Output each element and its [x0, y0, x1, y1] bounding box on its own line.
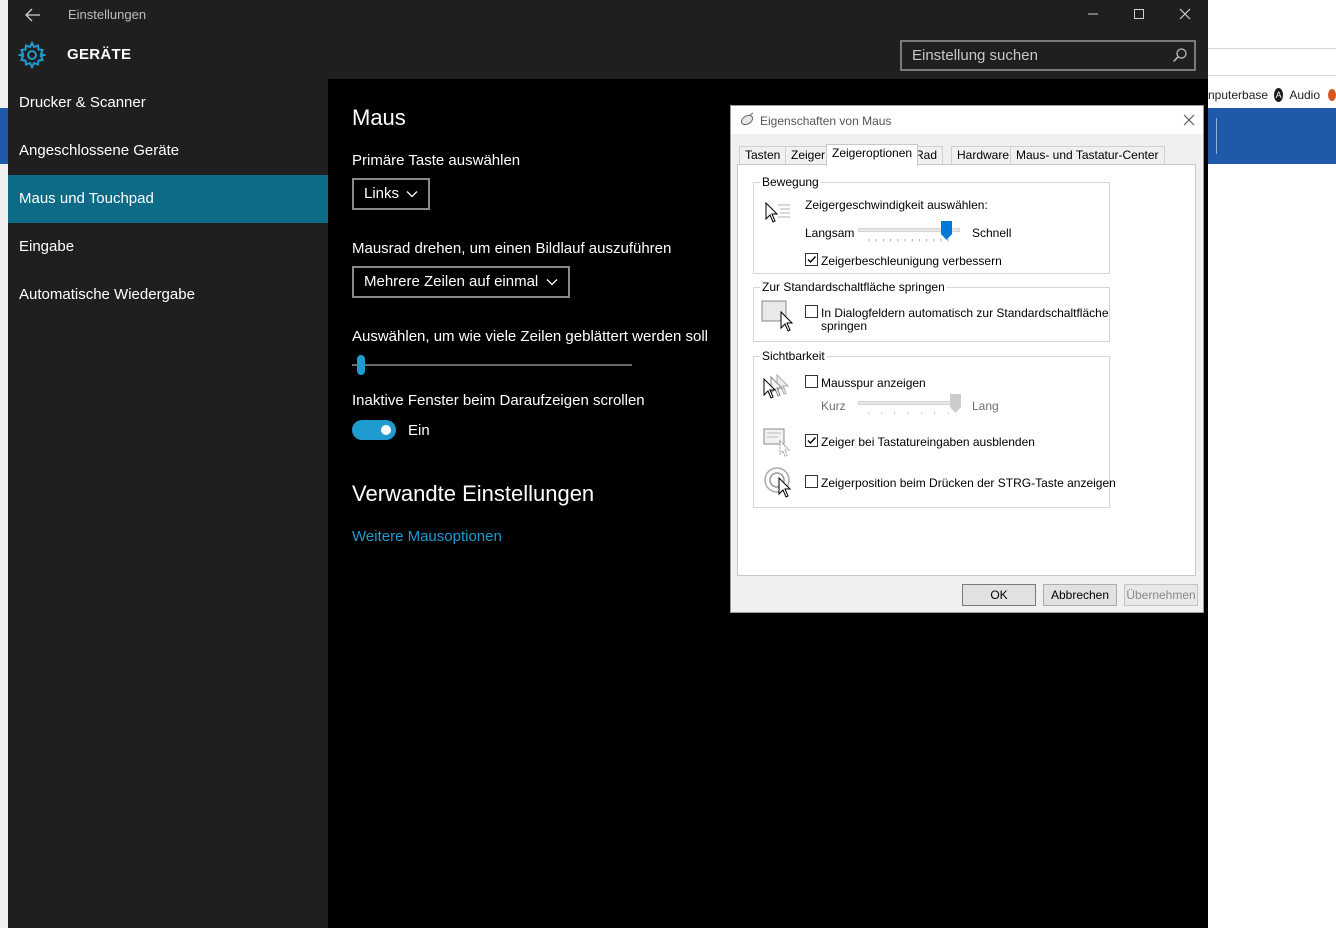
wheel-scroll-value: Mehrere Zeilen auf einmal: [364, 273, 539, 290]
trails-long-label: Lang: [972, 399, 999, 413]
maximize-icon: [1134, 9, 1144, 19]
settings-header: GERÄTE: [8, 30, 1208, 79]
section-heading: Maus: [352, 105, 406, 130]
ok-button[interactable]: OK: [962, 584, 1036, 606]
tab-hardware[interactable]: Hardware: [951, 146, 1016, 165]
toggle-knob: [381, 425, 391, 435]
bookmark-computerbase[interactable]: nputerbase: [1208, 88, 1268, 102]
gear-icon: [18, 41, 46, 69]
snap-to-label-line1: In Dialogfeldern automatisch zur Standar…: [821, 306, 1109, 320]
speed-slider-thumb[interactable]: [941, 221, 952, 240]
sidebar-item-typing[interactable]: Eingabe: [8, 223, 328, 271]
hide-pointer-icon: [763, 428, 791, 457]
inactive-scroll-toggle[interactable]: [352, 420, 396, 440]
motion-legend: Bewegung: [760, 175, 821, 189]
bookmark-audio[interactable]: Audio: [1289, 88, 1320, 102]
pointer-trails-label: Mausspur anzeigen: [821, 376, 926, 390]
checkmark-icon: [807, 256, 817, 264]
visibility-group: Sichtbarkeit Mausspur anzeigen Kurz Lang: [753, 349, 1116, 508]
visibility-legend: Sichtbarkeit: [760, 349, 827, 363]
dialog-close-icon[interactable]: [1181, 112, 1197, 128]
precision-checkbox[interactable]: [805, 253, 818, 266]
mouse-icon: [740, 112, 754, 126]
speed-slow-label: Langsam: [805, 226, 855, 240]
ctrl-locate-checkbox[interactable]: [805, 475, 818, 488]
chevron-down-icon: [406, 191, 418, 198]
trails-slider-thumb[interactable]: [950, 394, 961, 413]
precision-label: Zeigerbeschleunigung verbessern: [821, 254, 1002, 268]
trails-short-label: Kurz: [821, 399, 846, 413]
pointer-speed-icon: [765, 201, 790, 223]
scroll-lines-label: Auswählen, um wie viele Zeilen geblätter…: [352, 328, 709, 345]
hide-pointer-checkbox[interactable]: [805, 434, 818, 447]
scroll-lines-slider[interactable]: [352, 364, 632, 366]
snap-to-checkbox[interactable]: [805, 305, 818, 318]
search-box[interactable]: [900, 40, 1196, 71]
wheel-scroll-dropdown[interactable]: Mehrere Zeilen auf einmal: [352, 266, 570, 298]
wheel-scroll-label: Mausrad drehen, um einen Bildlauf auszuf…: [352, 240, 672, 257]
chevron-down-icon: [546, 279, 558, 286]
snap-to-label-line2: springen: [821, 319, 868, 333]
trails-slider-track[interactable]: [858, 401, 960, 405]
maximize-button[interactable]: [1116, 0, 1162, 30]
sidebar-item-printers[interactable]: Drucker & Scanner: [8, 79, 328, 127]
ctrl-locate-icon: [764, 467, 792, 498]
trails-slider-ticks: [868, 412, 949, 415]
motion-group: Bewegung Zeigergeschwindigkeit auswählen…: [753, 175, 1110, 274]
speed-label: Zeigergeschwindigkeit auswählen:: [805, 198, 988, 212]
dialog-title: Eigenschaften von Maus: [760, 114, 892, 128]
sidebar-item-connected-devices[interactable]: Angeschlossene Geräte: [8, 127, 328, 175]
tab-pointer-options[interactable]: Zeigeroptionen: [826, 144, 919, 166]
tab-buttons[interactable]: Tasten: [739, 146, 787, 165]
mouse-properties-dialog: Eigenschaften von Maus Tasten Zeiger Zei…: [730, 105, 1204, 613]
scroll-lines-slider-thumb[interactable]: [357, 355, 365, 375]
background-page-header: [1208, 108, 1336, 164]
bookmark-favicon-icon: [1328, 89, 1336, 101]
tab-mouse-keyboard-center[interactable]: Maus- und Tastatur-Center: [1010, 146, 1165, 165]
hide-pointer-label: Zeiger bei Tastatureingaben ausblenden: [821, 435, 1035, 449]
pointer-options-panel: Bewegung Zeigergeschwindigkeit auswählen…: [737, 164, 1196, 576]
sidebar-item-mouse-touchpad[interactable]: Maus und Touchpad: [8, 175, 328, 223]
search-input[interactable]: [902, 42, 1162, 69]
cancel-button[interactable]: Abbrechen: [1043, 584, 1117, 606]
window-title: Einstellungen: [68, 7, 147, 22]
minimize-button[interactable]: [1070, 0, 1116, 30]
background-bookmarks-bar: nputerbase A Audio: [1208, 84, 1336, 106]
primary-button-value: Links: [364, 185, 400, 202]
back-button[interactable]: [22, 5, 44, 25]
background-blue-bar: [0, 108, 8, 164]
inactive-scroll-state: Ein: [408, 422, 430, 439]
search-icon[interactable]: [1172, 47, 1188, 63]
related-settings-heading: Verwandte Einstellungen: [352, 481, 595, 506]
sidebar-item-autoplay[interactable]: Automatische Wiedergabe: [8, 271, 328, 319]
close-button[interactable]: [1162, 0, 1208, 30]
more-mouse-options-link[interactable]: Weitere Mausoptionen: [352, 528, 502, 545]
header-divider: [1216, 118, 1217, 154]
checkmark-icon: [807, 437, 817, 445]
page-title: GERÄTE: [67, 46, 132, 63]
pointer-trails-icon: [763, 373, 790, 399]
sidebar: Drucker & Scanner Angeschlossene Geräte …: [8, 79, 328, 928]
ctrl-locate-label: Zeigerposition beim Drücken der STRG-Tas…: [821, 476, 1116, 490]
background-url-bar: [1208, 48, 1336, 76]
snap-to-group: Zur Standardschaltfläche springen In Dia…: [753, 280, 1110, 342]
snap-to-icon: [761, 300, 794, 332]
pointer-trails-checkbox[interactable]: [805, 375, 818, 388]
tab-pointers[interactable]: Zeiger: [785, 146, 832, 165]
apply-button[interactable]: Übernehmen: [1124, 584, 1198, 606]
title-bar: Einstellungen: [8, 0, 1208, 30]
back-arrow-icon: [25, 8, 40, 22]
inactive-scroll-label: Inaktive Fenster beim Daraufzeigen scrol…: [352, 392, 645, 409]
background-browser: nputerbase A Audio: [1208, 0, 1336, 928]
primary-button-label: Primäre Taste auswählen: [352, 152, 521, 169]
audio-bookmark-icon: A: [1274, 88, 1284, 102]
close-icon: [1179, 8, 1191, 20]
background-window-edge: [0, 0, 8, 928]
primary-button-dropdown[interactable]: Links: [352, 178, 430, 210]
dialog-title-bar: Eigenschaften von Maus: [731, 106, 1203, 134]
minimize-icon: [1088, 13, 1098, 15]
snap-to-legend: Zur Standardschaltfläche springen: [760, 280, 947, 294]
speed-fast-label: Schnell: [972, 226, 1012, 240]
